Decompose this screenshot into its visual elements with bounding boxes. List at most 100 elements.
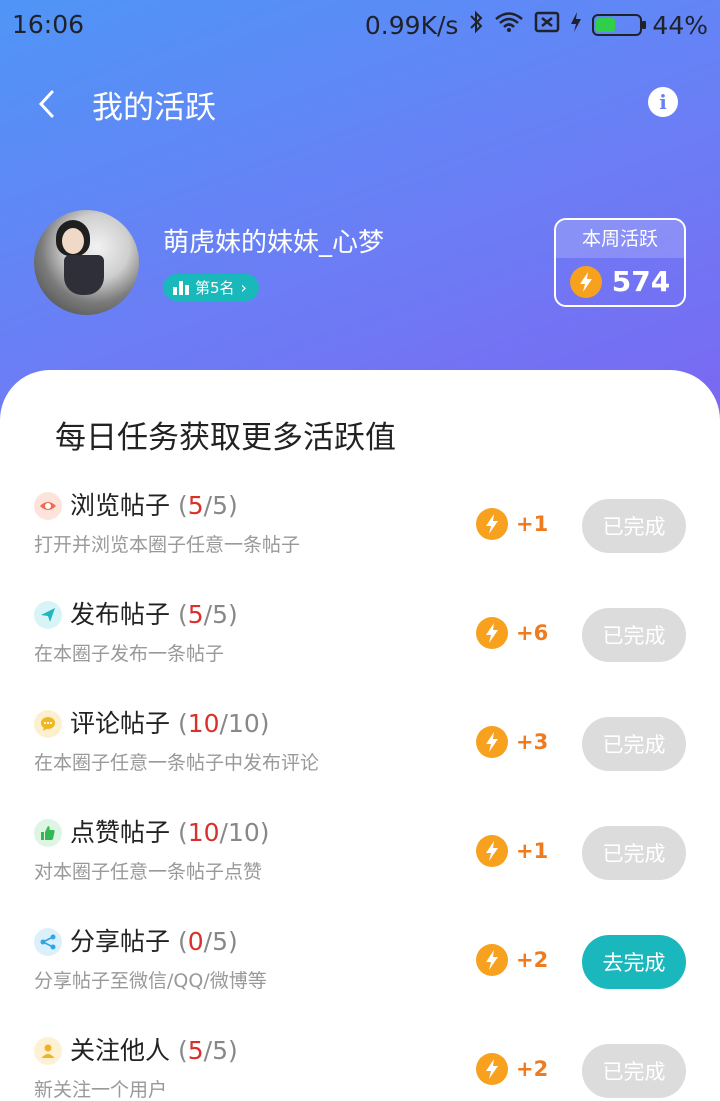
task-name: 评论帖子 xyxy=(70,709,171,738)
task-name: 发布帖子 xyxy=(70,600,171,629)
task-reward: +1 xyxy=(476,508,548,540)
task-action-button[interactable]: 已完成 xyxy=(582,1044,686,1098)
charging-icon xyxy=(570,11,582,39)
task-row: 关注他人 (5/5) 新关注一个用户 +2 已完成 xyxy=(0,1023,720,1101)
avatar[interactable] xyxy=(34,210,139,315)
task-reward-points: +2 xyxy=(516,948,549,972)
task-progress-total: 10 xyxy=(227,709,260,738)
task-progress-sep: / xyxy=(203,927,213,956)
task-progress-open: ( xyxy=(177,709,188,738)
task-progress-close: ) xyxy=(259,818,270,847)
task-progress-open: ( xyxy=(177,927,188,956)
task-row: 点赞帖子 (10/10) 对本圈子任意一条帖子点赞 +1 已完成 xyxy=(0,805,720,913)
task-progress-total: 5 xyxy=(212,927,228,956)
header-background xyxy=(0,0,720,420)
page-title: 我的活跃 xyxy=(92,90,216,126)
task-description: 在本圈子发布一条帖子 xyxy=(34,643,225,665)
task-row: 分享帖子 (0/5) 分享帖子至微信/QQ/微博等 +2 去完成 xyxy=(0,914,720,1022)
task-name: 浏览帖子 xyxy=(70,491,171,520)
battery-percent: 44% xyxy=(652,10,708,40)
bolt-coin-icon xyxy=(476,944,508,976)
task-progress-open: ( xyxy=(177,600,188,629)
task-progress-close: ) xyxy=(227,600,238,629)
task-name-line: 发布帖子 (5/5) xyxy=(70,595,238,631)
task-reward: +2 xyxy=(476,944,548,976)
send-icon xyxy=(34,601,62,629)
bolt-coin-icon xyxy=(476,508,508,540)
weekly-activity-value-row: 574 xyxy=(556,258,684,305)
task-progress-open: ( xyxy=(177,818,188,847)
bolt-coin-icon xyxy=(476,1053,508,1085)
chevron-left-icon[interactable] xyxy=(32,84,64,124)
task-progress-total: 5 xyxy=(212,491,228,520)
task-reward-points: +3 xyxy=(516,730,549,754)
avatar-face xyxy=(62,228,84,254)
status-right: 0.99K/s 44% xyxy=(365,10,708,40)
username: 萌虎妹的妹妹_心梦 xyxy=(163,228,385,258)
task-progress-done: 5 xyxy=(187,491,204,520)
wifi-icon xyxy=(494,11,524,39)
bluetooth-icon xyxy=(468,10,484,40)
bolt-coin-icon xyxy=(476,835,508,867)
task-name-line: 分享帖子 (0/5) xyxy=(70,922,238,958)
task-progress-done: 10 xyxy=(187,818,220,847)
task-action-button[interactable]: 已完成 xyxy=(582,608,686,662)
task-progress-close: ) xyxy=(227,927,238,956)
battery-icon xyxy=(592,14,647,36)
task-name: 分享帖子 xyxy=(70,927,171,956)
task-action-button[interactable]: 已完成 xyxy=(582,717,686,771)
bar-chart-icon xyxy=(173,280,189,295)
battery-level xyxy=(596,18,615,32)
task-description: 分享帖子至微信/QQ/微博等 xyxy=(34,970,267,992)
task-reward: +2 xyxy=(476,1053,548,1085)
rank-text: 第5名 xyxy=(195,279,235,297)
task-row: 发布帖子 (5/5) 在本圈子发布一条帖子 +6 已完成 xyxy=(0,587,720,695)
task-progress-done: 0 xyxy=(187,927,204,956)
avatar-body xyxy=(64,255,104,295)
chevron-right-icon: › xyxy=(240,278,247,297)
bolt-coin-icon xyxy=(476,726,508,758)
weekly-activity-label: 本周活跃 xyxy=(556,220,684,258)
thumbs-up-icon xyxy=(34,819,62,847)
eye-icon xyxy=(34,492,62,520)
tasks-title: 每日任务获取更多活跃值 xyxy=(55,420,396,456)
task-description: 打开并浏览本圈子任意一条帖子 xyxy=(34,534,301,556)
nav-bar: 我的活跃 i xyxy=(0,70,720,134)
weekly-activity-box: 本周活跃 574 xyxy=(554,218,686,307)
task-action-button[interactable]: 已完成 xyxy=(582,826,686,880)
task-progress-sep: / xyxy=(203,491,213,520)
task-reward: +6 xyxy=(476,617,548,649)
task-reward: +3 xyxy=(476,726,548,758)
task-progress-open: ( xyxy=(177,1036,188,1065)
task-name-line: 浏览帖子 (5/5) xyxy=(70,486,238,522)
status-bar: 16:06 0.99K/s 44% xyxy=(0,0,720,52)
task-progress-total: 5 xyxy=(212,1036,228,1065)
task-action-button[interactable]: 去完成 xyxy=(582,935,686,989)
no-sim-icon xyxy=(534,11,560,39)
comment-icon xyxy=(34,710,62,738)
task-progress-close: ) xyxy=(227,1036,238,1065)
task-progress-total: 5 xyxy=(212,600,228,629)
task-name: 关注他人 xyxy=(70,1036,171,1065)
task-progress-sep: / xyxy=(219,709,228,738)
task-reward-points: +1 xyxy=(516,512,549,536)
task-progress-sep: / xyxy=(203,600,213,629)
task-description: 新关注一个用户 xyxy=(34,1079,168,1101)
info-icon[interactable]: i xyxy=(648,87,678,117)
task-description: 在本圈子任意一条帖子中发布评论 xyxy=(34,752,320,774)
task-reward: +1 xyxy=(476,835,548,867)
rank-badge[interactable]: 第5名 › xyxy=(163,274,259,301)
task-progress-close: ) xyxy=(227,491,238,520)
task-name-line: 评论帖子 (10/10) xyxy=(70,704,270,740)
task-progress-open: ( xyxy=(177,491,188,520)
task-progress-sep: / xyxy=(219,818,228,847)
network-speed: 0.99K/s xyxy=(364,10,459,40)
task-progress-total: 10 xyxy=(227,818,260,847)
task-action-button[interactable]: 已完成 xyxy=(582,499,686,553)
task-row: 评论帖子 (10/10) 在本圈子任意一条帖子中发布评论 +3 已完成 xyxy=(0,696,720,804)
task-name: 点赞帖子 xyxy=(70,818,171,847)
task-row: 浏览帖子 (5/5) 打开并浏览本圈子任意一条帖子 +1 已完成 xyxy=(0,478,720,586)
task-progress-done: 5 xyxy=(187,600,204,629)
task-name-line: 点赞帖子 (10/10) xyxy=(70,813,270,849)
share-icon xyxy=(34,928,62,956)
